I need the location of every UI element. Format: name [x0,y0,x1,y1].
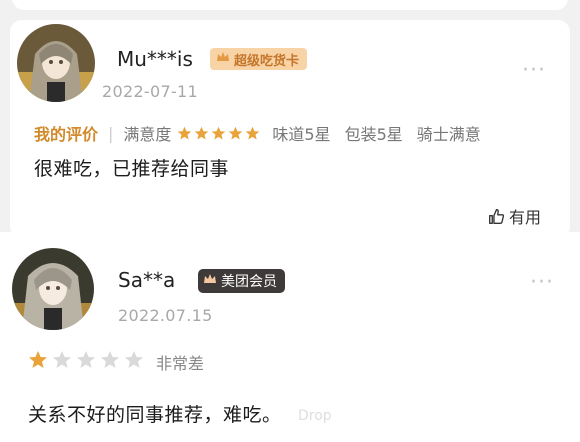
star-icon [178,126,192,139]
avatar[interactable] [12,248,94,330]
review-text: 很难吃，已推荐给同事 [34,158,230,180]
avatar[interactable] [17,24,95,102]
helpful-label: 有用 [509,208,542,227]
my-review-label: 我的评价 [34,125,99,144]
taste-rating: 味道5星 [272,125,331,144]
divider: | [108,123,114,143]
star-icon [195,126,209,139]
star-icon [101,351,119,368]
star-icon [53,351,71,368]
star-icon [229,126,243,139]
star-icon [125,351,143,368]
username[interactable]: Mu***is [117,47,193,71]
review-text: 关系不好的同事推荐，难吃。 [28,404,282,426]
star-icon [29,351,47,368]
member-badge-label: 美团会员 [221,274,277,290]
rider-rating: 骑士满意 [416,125,481,144]
more-icon[interactable]: ··· [522,60,546,82]
star-icon [246,126,260,139]
star-rating [177,126,260,141]
rating-row: 我的评价 | 满意度 味道5星 包装5星 骑士满意 [34,121,495,145]
member-badge: 美团会员 [198,269,285,293]
vip-badge-label: 超级吃货卡 [234,53,300,69]
vip-badge: 超级吃货卡 [210,48,308,70]
review-date: 2022-07-11 [102,82,198,101]
rating-level-text: 非常差 [156,354,205,373]
previous-card-edge [12,0,568,10]
crown-icon [203,273,217,289]
star-rating [28,350,144,370]
more-icon[interactable]: ··· [530,272,554,294]
packaging-rating: 包装5星 [344,125,403,144]
crown-icon [216,51,230,67]
star-icon [212,126,226,139]
review-card: Mu***is 超级吃货卡 2022-07-11 ··· 我的评价 | 满意度 … [10,20,570,238]
helpful-button[interactable]: 有用 [488,204,541,228]
thumbs-up-icon [489,208,505,224]
watermark: Drop [298,408,332,424]
satisfaction-label: 满意度 [123,125,172,144]
username[interactable]: Sa**a [118,268,175,292]
review-date: 2022.07.15 [118,306,213,325]
review-card: Sa**a 美团会员 2022.07.15 ··· 非常差 关系不好的同事推荐，… [0,232,580,442]
star-icon [77,351,95,368]
